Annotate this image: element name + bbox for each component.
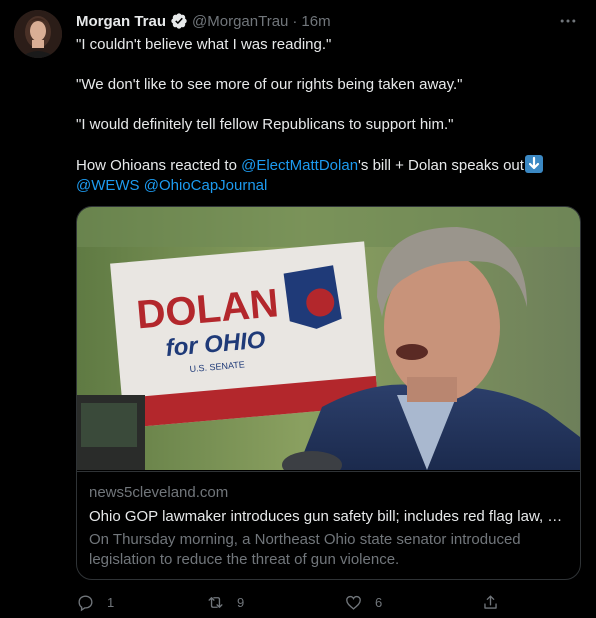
retweet-count: 9 xyxy=(237,594,245,610)
like-button[interactable]: 6 xyxy=(344,588,382,616)
tweet-time[interactable]: 16m xyxy=(301,13,330,30)
tweet-line-1: "I couldn't believe what I was reading." xyxy=(76,36,332,53)
tweet-text: "I couldn't believe what I was reading."… xyxy=(76,35,576,196)
card-description: On Thursday morning, a Northeast Ohio st… xyxy=(89,531,521,568)
tweet-header: Morgan Trau @MorganTrau · 16m xyxy=(76,11,580,31)
author-name[interactable]: Morgan Trau xyxy=(76,13,166,30)
mention-elect-matt-dolan[interactable]: @ElectMattDolan xyxy=(241,157,358,174)
heart-icon xyxy=(346,595,361,610)
share-icon xyxy=(484,594,497,609)
tweet-line-4-prefix: How Ohioans reacted to xyxy=(76,157,242,174)
author-avatar[interactable] xyxy=(14,10,62,58)
share-button[interactable] xyxy=(481,588,500,616)
reply-button[interactable]: 1 xyxy=(76,588,114,616)
header-separator: · xyxy=(292,12,298,30)
reply-icon xyxy=(78,594,93,611)
card-image: DOLAN for OHIO U.S. SENATE xyxy=(77,207,580,470)
reply-count: 1 xyxy=(107,594,115,610)
mention-wews[interactable]: @WEWS xyxy=(76,177,140,194)
card-title[interactable]: Ohio GOP lawmaker introduces gun safety … xyxy=(89,508,567,525)
card-domain: news5cleveland.com xyxy=(89,484,229,501)
verified-badge-icon xyxy=(171,13,187,29)
link-card[interactable]: DOLAN for OHIO U.S. SENATE news5clevelan… xyxy=(76,206,581,580)
author-handle[interactable]: @MorganTrau xyxy=(192,13,288,30)
retweet-icon xyxy=(208,596,223,608)
retweet-button[interactable]: 9 xyxy=(206,588,244,616)
tweet-line-3: "I would definitely tell fellow Republic… xyxy=(76,116,454,133)
tweet-line-4-suffix: 's bill + Dolan speaks out xyxy=(358,157,524,174)
like-count: 6 xyxy=(375,594,383,610)
more-horizontal-icon[interactable] xyxy=(558,11,578,31)
mention-ohio-cap-journal[interactable]: @OhioCapJournal xyxy=(144,177,268,194)
card-body: news5cleveland.com Ohio GOP lawmaker int… xyxy=(77,471,580,579)
avatar-image xyxy=(14,10,62,58)
tweet-actions: 1 9 6 xyxy=(76,588,506,616)
tweet-line-2: "We don't like to see more of our rights… xyxy=(76,76,463,93)
down-arrow-emoji xyxy=(524,155,543,173)
